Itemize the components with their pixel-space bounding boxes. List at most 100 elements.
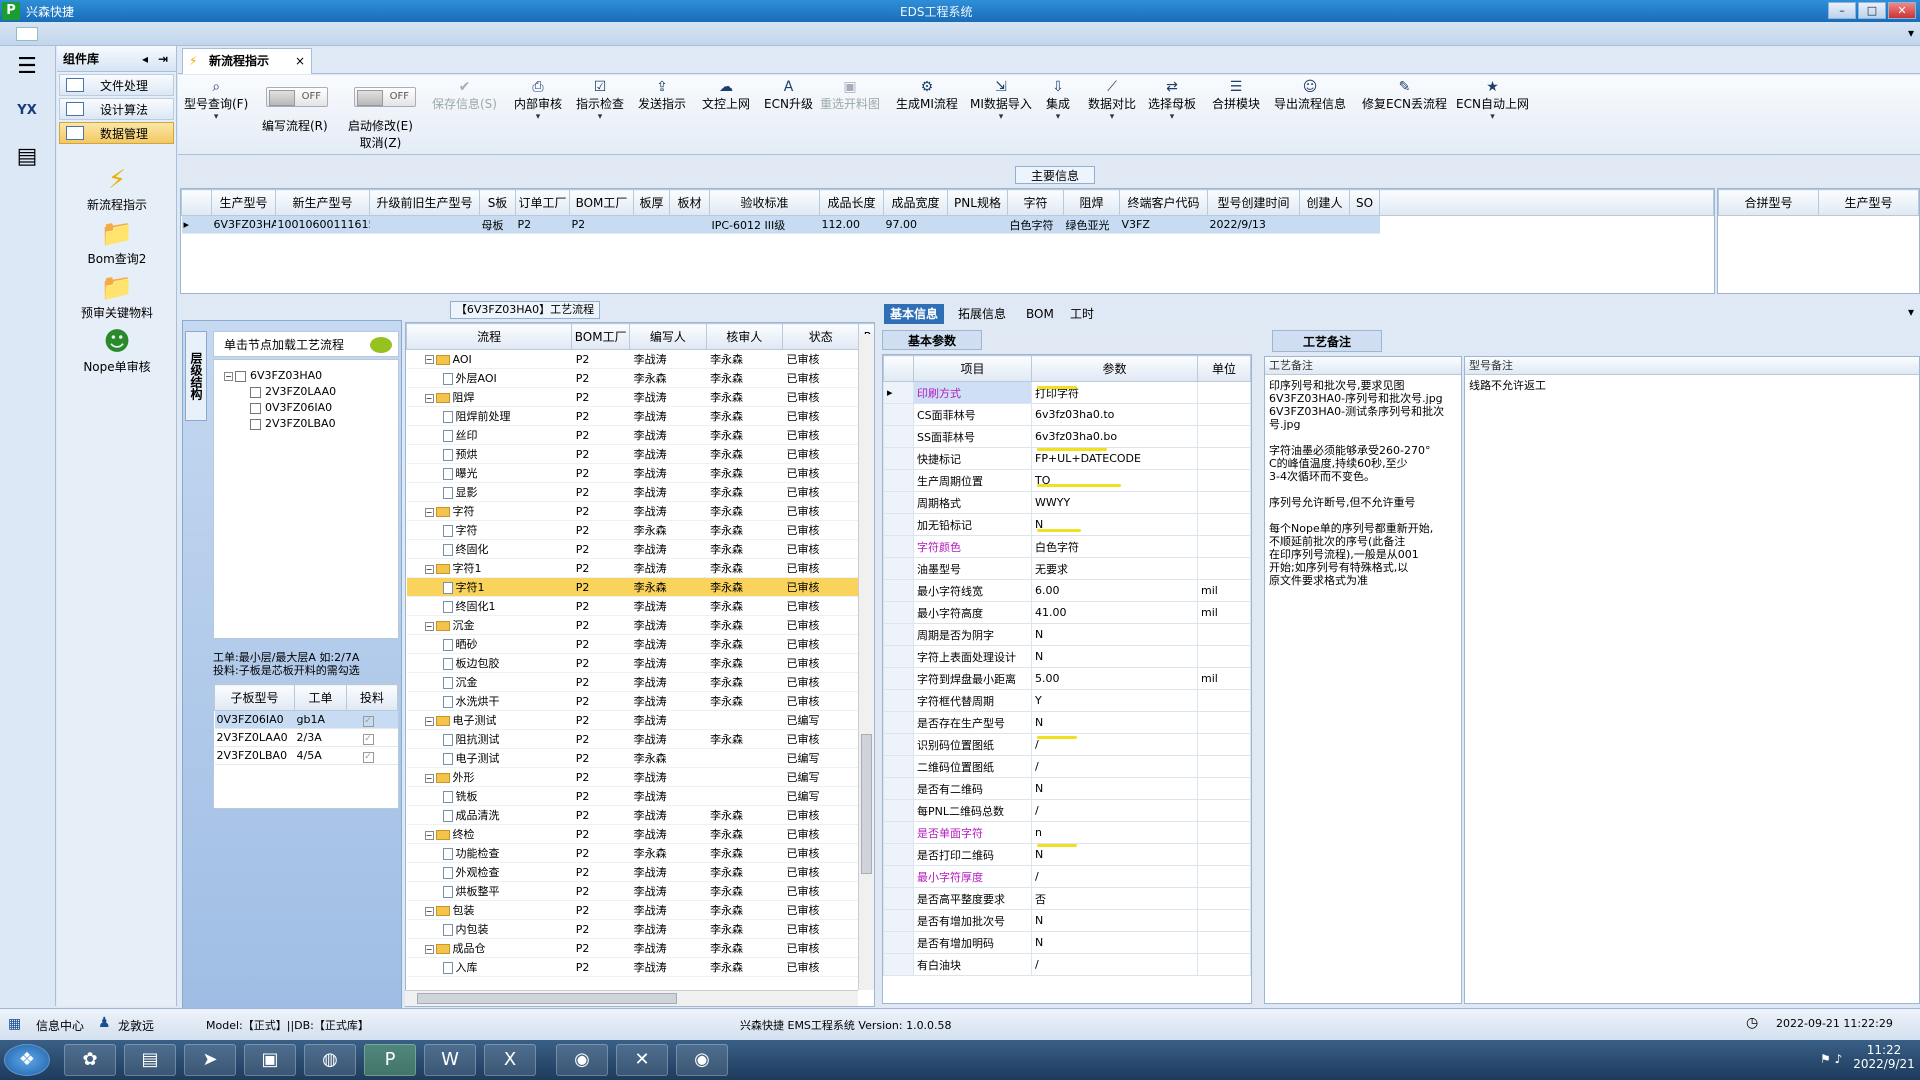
flow-step-cell[interactable]: 内包装 xyxy=(406,919,572,939)
collapse-icon[interactable]: − xyxy=(424,906,434,916)
taskbar-app-icon[interactable]: ✿ xyxy=(64,1044,116,1076)
flow-step-cell[interactable]: − 沉金 xyxy=(406,615,572,635)
pin-icon[interactable]: ⇥ xyxy=(158,46,168,72)
table-row[interactable]: − AOI P2 李战涛 李永森 已审核 xyxy=(406,349,874,369)
table-row[interactable]: 水洗烘干 P2 李战涛 李永森 已审核 xyxy=(406,691,874,711)
table-row[interactable]: 入库 P2 李战涛 李永森 已审核 xyxy=(406,957,874,977)
table-row[interactable]: 字符颜色 白色字符 xyxy=(883,535,1251,558)
generate-mi-flow-button[interactable]: ⚙ 生成MI流程 xyxy=(896,79,958,112)
main-col-header[interactable]: 板厚 xyxy=(633,189,670,216)
tree-node[interactable]: 2V3FZ0LAA0 xyxy=(250,384,336,400)
param-value-cell[interactable]: TO xyxy=(1031,469,1198,492)
param-col-header[interactable]: 单位 xyxy=(1197,355,1251,382)
table-row[interactable]: 是否有二维码 N xyxy=(883,777,1251,800)
table-row[interactable]: 油墨型号 无要求 xyxy=(883,557,1251,580)
table-row[interactable]: 字符 P2 李永森 李永森 已审核 xyxy=(406,520,874,540)
table-row[interactable]: − 字符 P2 李战涛 李永森 已审核 xyxy=(406,501,874,521)
table-row[interactable]: − 阻焊 P2 李战涛 李永森 已审核 xyxy=(406,387,874,407)
taskbar-app-icon[interactable]: ◍ xyxy=(304,1044,356,1076)
collapse-icon[interactable]: − xyxy=(424,944,434,954)
main-cell[interactable] xyxy=(669,215,710,234)
flow-step-cell[interactable]: − 终检 xyxy=(406,824,572,844)
flow-col-header[interactable]: BOM工厂 xyxy=(571,323,631,350)
flow-step-cell[interactable]: 曝光 xyxy=(406,463,572,483)
param-value-cell[interactable]: 白色字符 xyxy=(1031,535,1198,558)
tree-checkbox[interactable] xyxy=(250,418,261,430)
chevron-left-icon[interactable]: ◂ xyxy=(142,46,148,72)
table-row[interactable]: 生产周期位置 TO xyxy=(883,469,1251,492)
send-instruction-button[interactable]: ⇪ 发送指示 xyxy=(638,79,686,112)
menu-icon[interactable]: ☰ xyxy=(10,52,44,82)
param-value-cell[interactable]: Y xyxy=(1031,689,1198,712)
main-cell[interactable]: 白色字符 xyxy=(1007,215,1064,234)
param-value-cell[interactable]: / xyxy=(1031,755,1198,778)
taskbar-app-icon[interactable]: ✕ xyxy=(616,1044,668,1076)
table-row[interactable]: 外层AOI P2 李永森 李永森 已审核 xyxy=(406,368,874,388)
flow-step-cell[interactable]: 字符 xyxy=(406,520,572,540)
table-row[interactable]: 外观检查 P2 李战涛 李永森 已审核 xyxy=(406,862,874,882)
tab-extended-info[interactable]: 拓展信息 xyxy=(952,304,1012,324)
flow-step-cell[interactable]: 功能检查 xyxy=(406,843,572,863)
taskbar-excel-icon[interactable]: X xyxy=(484,1044,536,1076)
bom-query-shortcut[interactable]: 📁 Bom查询2 xyxy=(57,218,177,267)
flow-step-cell[interactable]: − 电子测试 xyxy=(406,710,572,730)
flow-step-cell[interactable]: − 外形 xyxy=(406,767,572,787)
param-value-cell[interactable]: N xyxy=(1031,711,1198,734)
table-row[interactable]: 2V3FZ0LBA0 4/5A ✓ xyxy=(214,746,398,765)
main-col-header[interactable]: PNL规格 xyxy=(947,189,1008,216)
taskbar-app-icon[interactable]: ◉ xyxy=(676,1044,728,1076)
flow-step-cell[interactable]: − 阻焊 xyxy=(406,387,572,407)
taskbar-app-icon[interactable]: ▤ xyxy=(124,1044,176,1076)
table-row[interactable]: 最小字符线宽 6.00 mil xyxy=(883,579,1251,602)
table-row[interactable]: 晒砂 P2 李战涛 李永森 已审核 xyxy=(406,634,874,654)
table-row[interactable]: 功能检查 P2 李永森 李永森 已审核 xyxy=(406,843,874,863)
table-row[interactable]: − 字符1 P2 李战涛 李永森 已审核 xyxy=(406,558,874,578)
table-row[interactable]: − 沉金 P2 李战涛 李永森 已审核 xyxy=(406,615,874,635)
maximize-button[interactable]: □ xyxy=(1858,2,1886,19)
table-row[interactable]: 沉金 P2 李战涛 李永森 已审核 xyxy=(406,672,874,692)
table-row[interactable]: 丝印 P2 李战涛 李永森 已审核 xyxy=(406,425,874,445)
flow-step-cell[interactable]: 入库 xyxy=(406,957,572,977)
model-notes[interactable]: 型号备注 线路不允许返工 xyxy=(1464,356,1920,1004)
mi-data-import-button[interactable]: ⇲ MI数据导入 ▾ xyxy=(970,79,1032,122)
merge-col-header[interactable]: 合拼型号 xyxy=(1718,189,1819,216)
param-value-cell[interactable]: N xyxy=(1031,931,1198,954)
flow-col-header[interactable]: 核审人 xyxy=(705,323,784,350)
main-cell[interactable]: 112.00 xyxy=(819,215,884,234)
merge-module-button[interactable]: ☰ 合拼模块 xyxy=(1212,79,1260,112)
table-row[interactable]: 周期格式 WWYY xyxy=(883,491,1251,514)
table-row[interactable]: 显影 P2 李战涛 李永森 已审核 xyxy=(406,482,874,502)
main-cell[interactable]: 母板 xyxy=(479,215,516,234)
table-row[interactable]: 电子测试 P2 李永森 已编写 xyxy=(406,748,874,768)
param-value-cell[interactable]: 否 xyxy=(1031,887,1198,910)
main-cell[interactable] xyxy=(633,215,670,234)
collapse-icon[interactable]: − xyxy=(424,355,434,364)
main-col-header[interactable]: 型号创建时间 xyxy=(1207,189,1300,216)
taskbar-app-icon[interactable]: ◉ xyxy=(556,1044,608,1076)
table-row[interactable]: 加无铅标记 N xyxy=(883,513,1251,536)
main-col-header[interactable]: 字符 xyxy=(1007,189,1064,216)
tab-new-flow[interactable]: ⚡ 新流程指示 × xyxy=(182,48,312,74)
flow-step-cell[interactable]: 显影 xyxy=(406,482,572,502)
flow-step-cell[interactable]: 沉金 xyxy=(406,672,572,692)
table-row[interactable]: 是否单面字符 n xyxy=(883,821,1251,844)
start-edit-toggle[interactable]: OFF xyxy=(354,87,416,107)
tree-node[interactable]: 2V3FZ0LBA0 xyxy=(250,416,336,432)
table-row[interactable]: 字符上表面处理设计 N xyxy=(883,645,1251,668)
minimize-button[interactable]: – xyxy=(1828,2,1856,19)
start-button-icon[interactable]: ❖ xyxy=(4,1044,50,1076)
structure-vertical-tab[interactable]: 层级结构 xyxy=(185,331,207,421)
new-flow-shortcut[interactable]: ⚡ 新流程指示 xyxy=(57,164,177,213)
process-notes[interactable]: 工艺备注 印序列号和批次号,要求见图 6V3FZ03HA0-序列号和批次号.jpg… xyxy=(1264,356,1462,1004)
merge-col-header[interactable]: 生产型号 xyxy=(1818,189,1919,216)
table-row[interactable]: 是否存在生产型号 N xyxy=(883,711,1251,734)
param-value-cell[interactable]: n xyxy=(1031,821,1198,844)
param-value-cell[interactable]: 打印字符 xyxy=(1031,381,1198,404)
scroll-thumb[interactable] xyxy=(417,993,677,1004)
main-col-header[interactable]: 板材 xyxy=(669,189,710,216)
param-col-header[interactable]: 项目 xyxy=(913,355,1032,382)
param-col-header[interactable]: 参数 xyxy=(1031,355,1198,382)
param-value-cell[interactable]: 5.00 xyxy=(1031,667,1198,690)
table-row[interactable]: − 成品仓 P2 李战涛 李永森 已审核 xyxy=(406,938,874,958)
tab-bom[interactable]: BOM xyxy=(1020,304,1060,324)
